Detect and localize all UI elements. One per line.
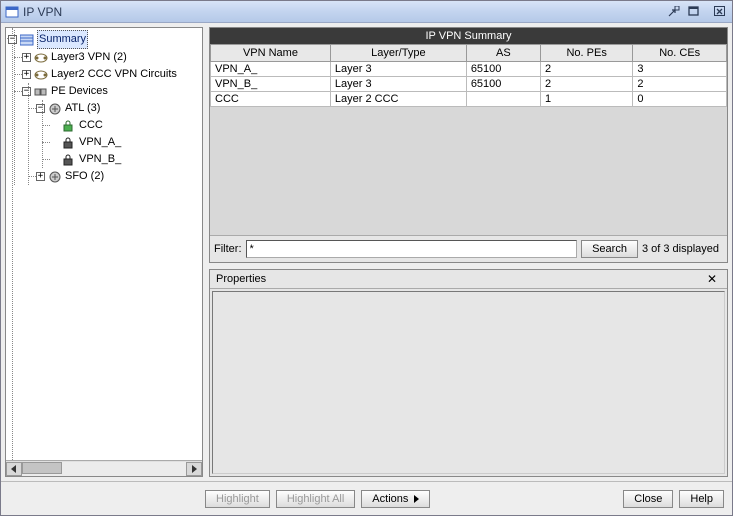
dropdown-arrow-icon [414,495,419,503]
tree-label: VPN_A_ [79,134,121,151]
scroll-track[interactable] [22,462,186,476]
table-header-row: VPN Name Layer/Type AS No. PEs No. CEs [211,45,727,62]
tree-node-atl[interactable]: − ATL (3) [36,100,202,117]
expander-minus-icon[interactable]: − [36,104,45,113]
actions-label: Actions [372,493,408,505]
right-panel: IP VPN Summary VPN Name Layer/Type AS No… [209,27,728,477]
cell: VPN_B_ [211,77,331,92]
tree-node-sfo[interactable]: + SFO (2) [36,168,202,185]
table-row[interactable]: VPN_B_ Layer 3 65100 2 2 [211,77,727,92]
tree-label: VPN_B_ [79,151,121,168]
expander-none [50,138,59,147]
tree-node-ccc[interactable]: CCC [50,117,202,134]
expander-plus-icon[interactable]: + [36,172,45,181]
tree-node-summary[interactable]: − Summary [8,30,202,49]
expander-plus-icon[interactable]: + [22,53,31,62]
lock-icon [62,154,76,166]
window-title: IP VPN [23,5,662,19]
actions-button[interactable]: Actions [361,490,430,508]
properties-close-icon[interactable]: ✕ [703,272,721,286]
router-icon [48,171,62,183]
table-row[interactable]: CCC Layer 2 CCC 1 0 [211,92,727,107]
search-button[interactable]: Search [581,240,638,258]
properties-body [212,291,725,474]
close-icon[interactable] [712,5,728,19]
scroll-thumb[interactable] [22,462,62,474]
cell: Layer 3 [330,62,466,77]
lock-icon [62,137,76,149]
tree-label: Layer3 VPN (2) [51,49,127,66]
cell: Layer 3 [330,77,466,92]
detach-icon[interactable] [666,5,682,19]
scroll-left-icon[interactable] [6,462,22,476]
filter-bar: Filter: Search 3 of 3 displayed [210,235,727,262]
tree-node-layer3[interactable]: + Layer3 VPN (2) [22,49,202,66]
window-icon [5,5,19,19]
tree-label: SFO (2) [65,168,104,185]
filter-status: 3 of 3 displayed [642,243,723,255]
cell: 2 [540,77,632,92]
cell: 0 [633,92,727,107]
button-bar: Highlight Highlight All Actions Close He… [1,481,732,515]
tree-node-vpn-b[interactable]: VPN_B_ [50,151,202,168]
vpn-icon [34,69,48,81]
titlebar: IP VPN [1,1,732,23]
expander-plus-icon[interactable]: + [22,70,31,79]
maximize-icon[interactable] [686,5,702,19]
close-button[interactable]: Close [623,490,673,508]
highlight-all-button[interactable]: Highlight All [276,490,355,508]
router-icon [48,103,62,115]
tree-label: PE Devices [51,83,108,100]
vpn-icon [34,52,48,64]
summary-table-panel: IP VPN Summary VPN Name Layer/Type AS No… [209,27,728,263]
col-no-ces[interactable]: No. CEs [633,45,727,62]
filter-label: Filter: [214,243,242,255]
help-button[interactable]: Help [679,490,724,508]
expander-none [50,121,59,130]
summary-icon [20,34,34,46]
cell: 3 [633,62,727,77]
properties-title: Properties [216,273,266,285]
cell: 65100 [466,62,540,77]
tree-node-vpn-a[interactable]: VPN_A_ [50,134,202,151]
col-no-pes[interactable]: No. PEs [540,45,632,62]
tree-panel: − Summary + [5,27,203,477]
cell: VPN_A_ [211,62,331,77]
highlight-button[interactable]: Highlight [205,490,270,508]
grid-empty-area [210,107,727,217]
col-as[interactable]: AS [466,45,540,62]
tree-node-pe[interactable]: − PE Devices [22,83,202,100]
properties-panel: Properties ✕ [209,269,728,477]
tree-label: Layer2 CCC VPN Circuits [51,66,177,83]
devices-icon [34,86,48,98]
properties-header: Properties ✕ [210,270,727,289]
filter-input[interactable] [246,240,578,258]
col-vpn-name[interactable]: VPN Name [211,45,331,62]
cell: 65100 [466,77,540,92]
cell: 2 [633,77,727,92]
tree-scrollbar[interactable] [6,460,202,476]
cell: CCC [211,92,331,107]
cell [466,92,540,107]
cell: 1 [540,92,632,107]
expander-none [50,155,59,164]
tree-label: CCC [79,117,103,134]
tree[interactable]: − Summary + [6,28,202,460]
table-title: IP VPN Summary [210,28,727,44]
cell: Layer 2 CCC [330,92,466,107]
table-row[interactable]: VPN_A_ Layer 3 65100 2 3 [211,62,727,77]
tree-label: Summary [37,30,88,49]
ip-vpn-window: IP VPN − Summ [0,0,733,516]
summary-table: VPN Name Layer/Type AS No. PEs No. CEs V… [210,44,727,107]
window-body: − Summary + [1,23,732,481]
expander-minus-icon[interactable]: − [22,87,31,96]
tree-node-layer2[interactable]: + Layer2 CCC VPN Circuits [22,66,202,83]
expander-minus-icon[interactable]: − [8,35,17,44]
col-layer-type[interactable]: Layer/Type [330,45,466,62]
summary-grid[interactable]: VPN Name Layer/Type AS No. PEs No. CEs V… [210,44,727,235]
scroll-right-icon[interactable] [186,462,202,476]
tree-label: ATL (3) [65,100,100,117]
cell: 2 [540,62,632,77]
lock-green-icon [62,120,76,132]
